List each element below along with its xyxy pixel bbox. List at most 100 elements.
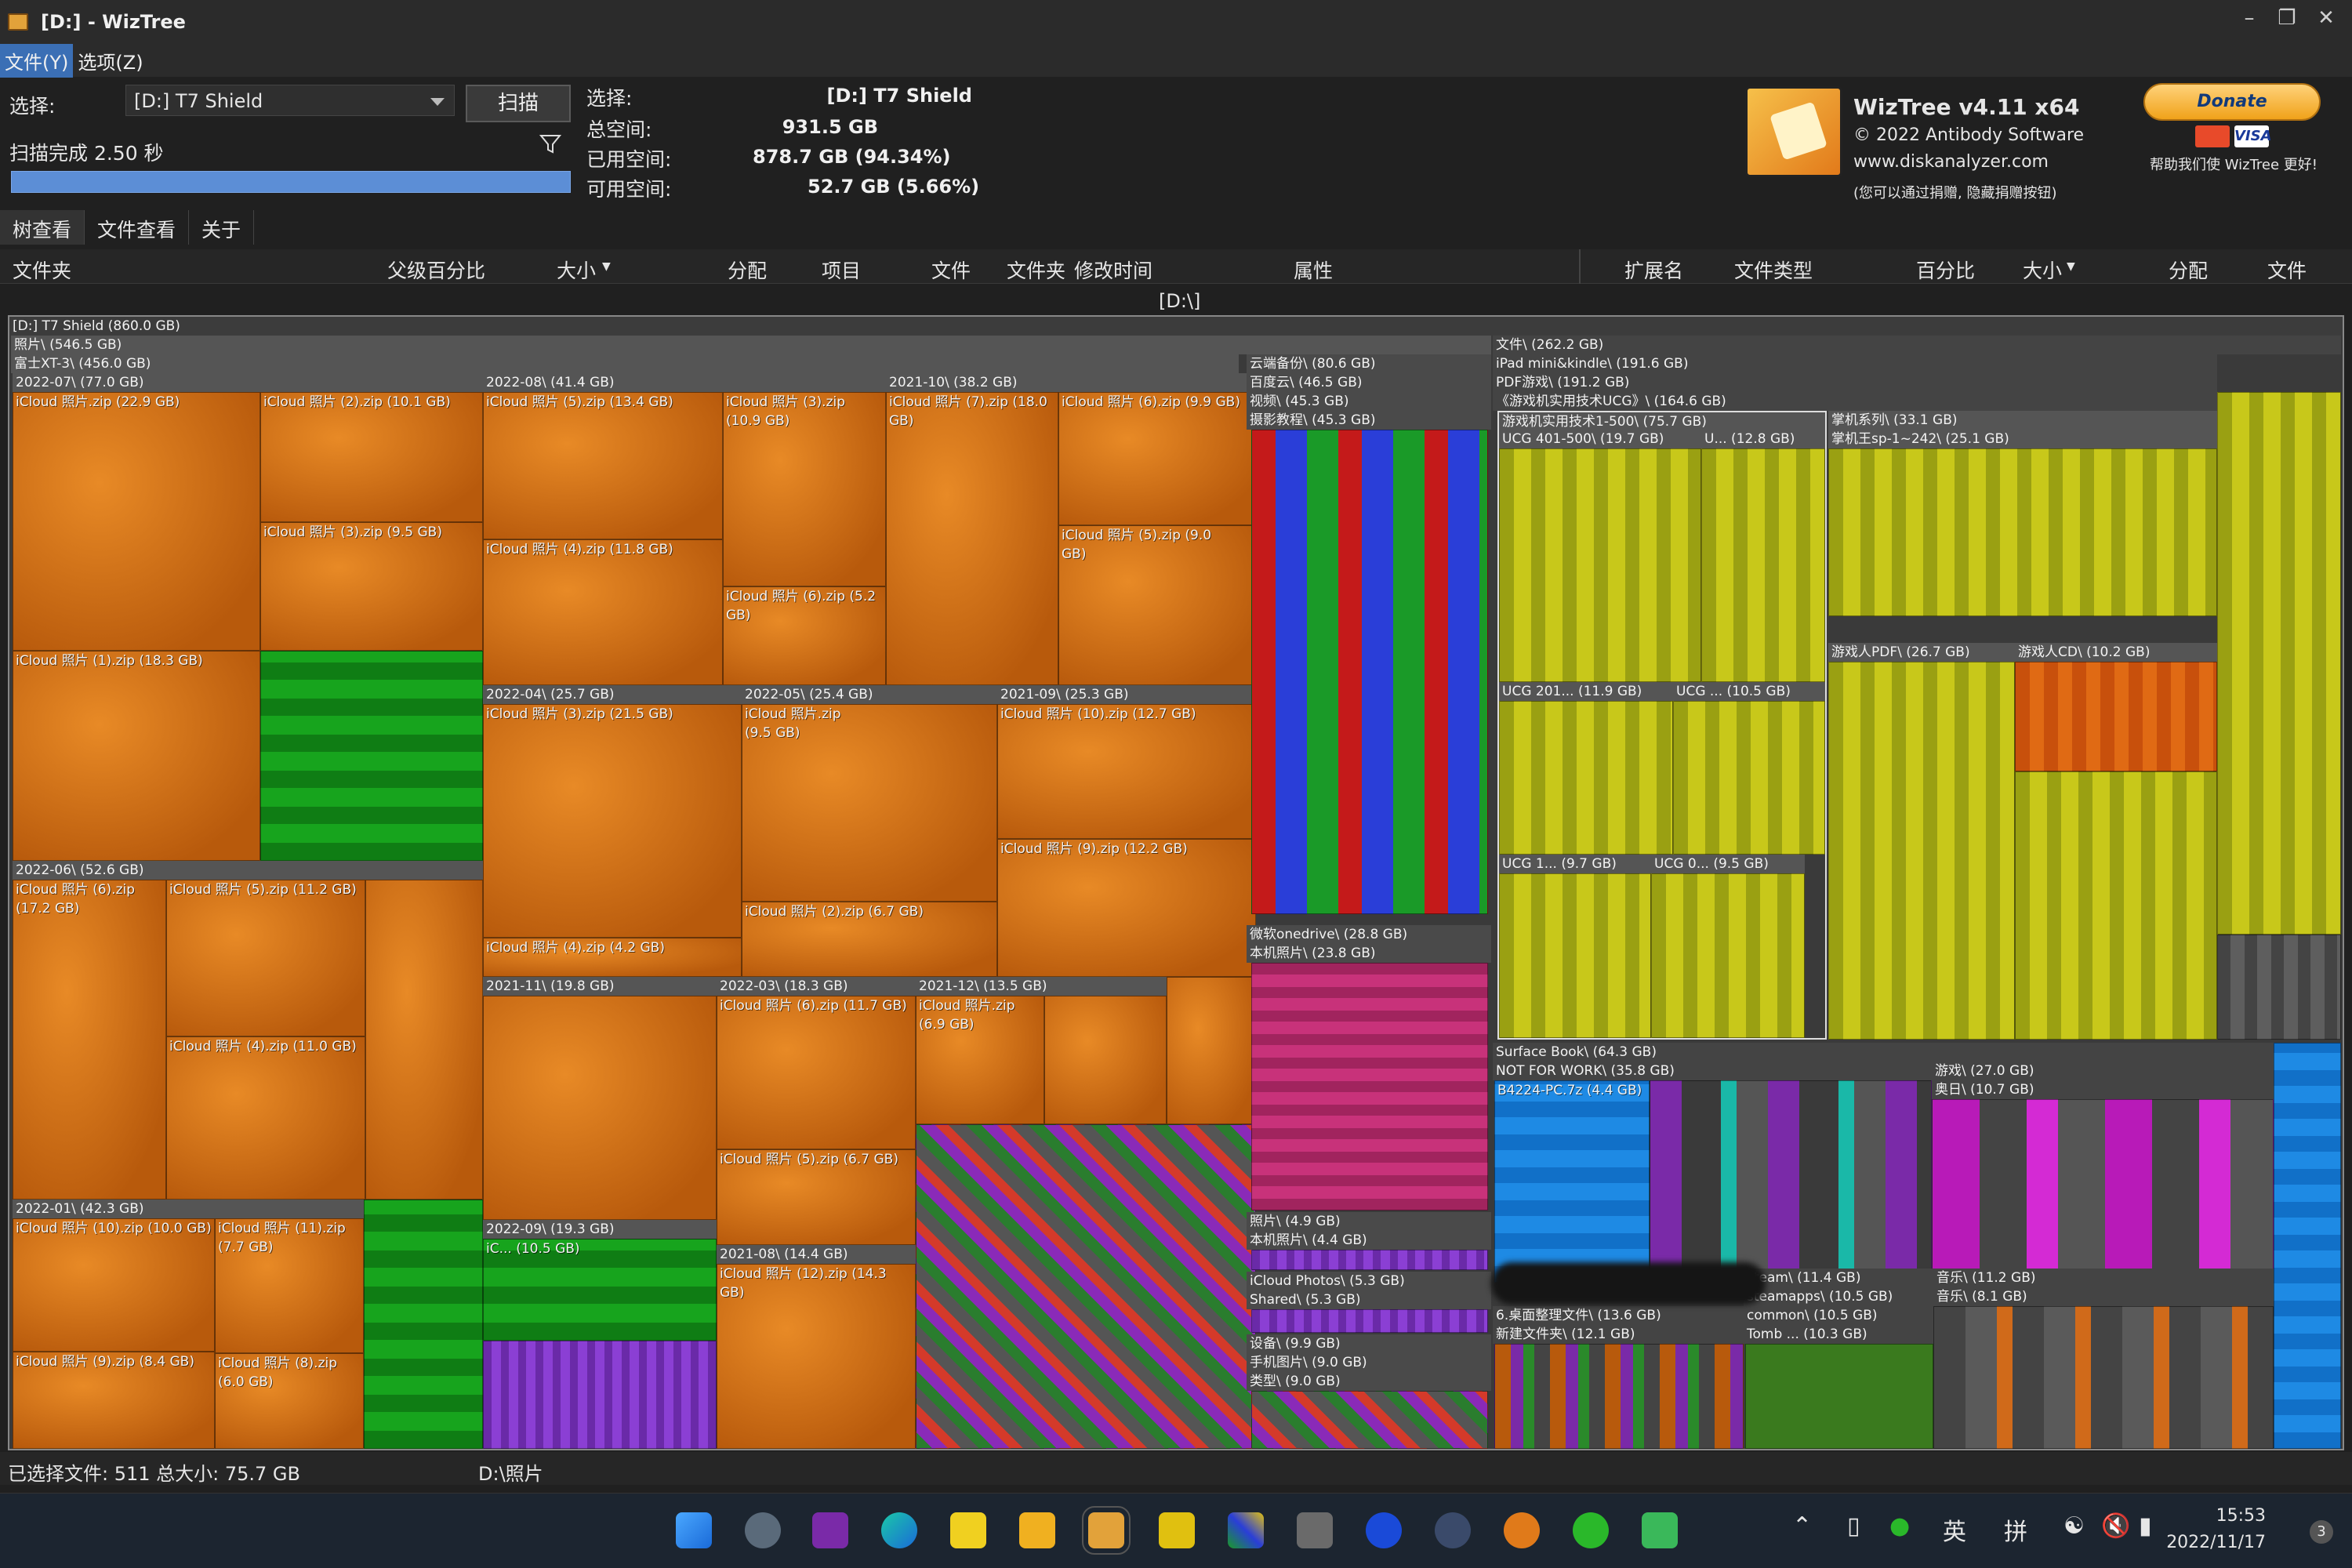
folder-2021-12[interactable]: 2021-12\ (13.5 GB): [916, 977, 1167, 996]
camera-icon[interactable]: [1435, 1512, 1471, 1548]
file-block[interactable]: iCloud 照片 (3).zip (10.9 GB): [723, 392, 886, 586]
col-parent-percent[interactable]: 父级百分比: [387, 256, 485, 284]
file-block[interactable]: iCloud 照片 (6).zip (5.2 GB): [723, 586, 886, 685]
folder-2022-06[interactable]: 2022-06\ (52.6 GB): [13, 861, 483, 880]
folder-ucg-0[interactable]: UCG 0... (9.5 GB): [1651, 855, 1805, 873]
file-block[interactable]: iCloud 照片 (6).zip (17.2 GB): [13, 880, 166, 1200]
col-folder[interactable]: 文件夹: [13, 256, 71, 284]
scan-button[interactable]: 扫描: [466, 85, 571, 122]
wiztree-icon[interactable]: [1082, 1506, 1131, 1555]
folder-steam[interactable]: steam\ (11.4 GB): [1744, 1269, 1933, 1287]
file-block[interactable]: [1251, 1391, 1488, 1449]
donate-button[interactable]: Donate: [2143, 83, 2321, 121]
folder-handheld[interactable]: 掌机系列\ (33.1 GB): [1828, 411, 2217, 430]
1password-icon[interactable]: [1366, 1512, 1402, 1548]
file-block[interactable]: iCloud 照片.zip (9.5 GB): [742, 704, 997, 902]
folder-2022-04[interactable]: 2022-04\ (25.7 GB): [483, 685, 742, 704]
file-block[interactable]: iCloud 照片 (4).zip (4.2 GB): [483, 938, 742, 977]
video-files-cluster[interactable]: [1251, 430, 1488, 914]
file-block[interactable]: iCloud 照片 (10).zip (10.0 GB): [13, 1218, 215, 1352]
folder-gamer-pdf[interactable]: 游戏人PDF\ (26.7 GB): [1828, 643, 2015, 662]
column-splitter[interactable]: [1579, 249, 1581, 284]
file-block[interactable]: iCloud 照片 (2).zip (6.7 GB): [742, 902, 997, 977]
folder-ipad[interactable]: iPad mini&kindle\ (191.6 GB): [1493, 354, 2217, 373]
file-block[interactable]: iCloud 照片 (9).zip (8.4 GB): [13, 1352, 215, 1449]
col-file-type[interactable]: 文件类型: [1734, 256, 1813, 284]
close-icon[interactable]: ✕: [2308, 6, 2344, 30]
folder-pdf-games[interactable]: PDF游戏\ (191.2 GB): [1493, 373, 2217, 392]
folder-cloud-backup[interactable]: 云端备份\ (80.6 GB): [1247, 354, 1491, 373]
folder-gamer-cd[interactable]: 游戏人CD\ (10.2 GB): [2015, 643, 2217, 662]
file-block[interactable]: [1651, 873, 1805, 1038]
tab-file-view[interactable]: 文件查看: [85, 210, 190, 245]
file-block[interactable]: iCloud 照片 (3).zip (9.5 GB): [260, 522, 483, 651]
file-block[interactable]: iCloud 照片 (5).zip (6.7 GB): [717, 1149, 916, 1245]
file-block[interactable]: [483, 1341, 717, 1449]
col-attributes[interactable]: 属性: [1294, 256, 1333, 284]
col-files[interactable]: 文件: [931, 256, 971, 284]
website-link[interactable]: www.diskanalyzer.com: [1853, 152, 2049, 172]
file-block[interactable]: [1828, 448, 2217, 616]
folder-2022-07[interactable]: 2022-07\ (77.0 GB): [13, 373, 483, 392]
file-block[interactable]: [1494, 1344, 1744, 1449]
file-block[interactable]: [2015, 771, 2217, 1040]
folder-music-2[interactable]: 音乐\ (8.1 GB): [1933, 1287, 2274, 1306]
folder-2021-08[interactable]: 2021-08\ (14.4 GB): [717, 1245, 916, 1264]
folder-video[interactable]: 视频\ (45.3 GB): [1247, 392, 1491, 411]
folder-files[interactable]: 文件\ (262.2 GB): [1493, 336, 2341, 354]
file-block[interactable]: iCloud 照片 (7).zip (18.0 GB): [886, 392, 1058, 685]
folder-2022-09[interactable]: 2022-09\ (19.3 GB): [483, 1220, 717, 1239]
folder-2022-05[interactable]: 2022-05\ (25.4 GB): [742, 685, 997, 704]
minimize-icon[interactable]: –: [2231, 6, 2267, 30]
file-block[interactable]: [1650, 1080, 1932, 1283]
download-icon[interactable]: [1642, 1512, 1678, 1548]
file-block[interactable]: iCloud 照片.zip (22.9 GB): [13, 392, 260, 651]
folder-music[interactable]: 音乐\ (11.2 GB): [1933, 1269, 2274, 1287]
file-block[interactable]: [1499, 873, 1651, 1038]
file-block[interactable]: [1499, 448, 1701, 682]
menu-options[interactable]: 选项(Z): [73, 44, 147, 78]
folder-photos-2[interactable]: 照片\ (4.9 GB): [1247, 1212, 1491, 1231]
onenote-icon[interactable]: [812, 1512, 848, 1548]
ime-pinyin[interactable]: 拼: [2004, 1512, 2027, 1547]
col-modified[interactable]: 修改时间: [1074, 256, 1152, 284]
file-block[interactable]: iCloud 照片 (9).zip (12.2 GB): [997, 839, 1256, 977]
file-block[interactable]: iCloud 照片 (6).zip (11.7 GB): [717, 996, 916, 1149]
folder-surface[interactable]: Surface Book\ (64.3 GB): [1493, 1043, 2274, 1062]
folder-ucg-201[interactable]: UCG 201... (11.9 GB): [1499, 682, 1673, 701]
folder-2021-11[interactable]: 2021-11\ (19.8 GB): [483, 977, 717, 996]
treemap[interactable]: [D:] T7 Shield (860.0 GB) 照片\ (546.5 GB)…: [8, 315, 2344, 1450]
file-block[interactable]: [1251, 1250, 1488, 1270]
file-block[interactable]: iC... (10.5 GB): [483, 1239, 717, 1341]
folder-photo-course[interactable]: 摄影教程\ (45.3 GB): [1247, 411, 1491, 430]
file-block[interactable]: [1933, 1306, 2274, 1449]
folder-fuji[interactable]: 富士XT-3\ (456.0 GB): [11, 354, 1239, 373]
folder-ucg-1-500[interactable]: 游戏机实用技术1-500\ (75.7 GB): [1497, 411, 1827, 431]
file-block[interactable]: iCloud 照片 (2).zip (10.1 GB): [260, 392, 483, 522]
drive-select[interactable]: [D:] T7 Shield: [125, 85, 455, 116]
folder-desktop[interactable]: 6.桌面整理文件\ (13.6 GB): [1493, 1306, 1744, 1325]
col-allocated-right[interactable]: 分配: [2169, 256, 2208, 284]
file-block[interactable]: [1828, 662, 2015, 1040]
folder-ucg-dot[interactable]: UCG ... (10.5 GB): [1673, 682, 1825, 701]
tab-about[interactable]: 关于: [189, 210, 255, 245]
battery-icon[interactable]: ▮: [2139, 1512, 2152, 1540]
start-icon[interactable]: [676, 1512, 712, 1548]
volume-icon[interactable]: 🔇: [2101, 1512, 2130, 1540]
clock[interactable]: 15:53 2022/11/17: [2166, 1503, 2266, 1556]
ime-english[interactable]: 英: [1943, 1512, 1966, 1547]
file-block[interactable]: [2274, 1043, 2341, 1449]
file-block[interactable]: iCloud 照片 (5).zip (11.2 GB): [166, 880, 365, 1036]
file-block[interactable]: iCloud 照片 (12).zip (14.3 GB): [717, 1264, 916, 1449]
file-block[interactable]: iCloud 照片 (6).zip (9.9 GB): [1058, 392, 1256, 525]
file-block[interactable]: [1044, 996, 1167, 1124]
folder-category[interactable]: 类型\ (9.0 GB): [1247, 1372, 1491, 1391]
file-block[interactable]: iCloud 照片 (8).zip (6.0 GB): [215, 1353, 364, 1449]
filter-icon[interactable]: [539, 133, 561, 155]
folder-ucg-1[interactable]: UCG 1... (9.7 GB): [1499, 855, 1651, 873]
folder-ucg-u[interactable]: U... (12.8 GB): [1701, 430, 1825, 448]
sticky-notes-icon[interactable]: [950, 1512, 986, 1548]
folder-2021-09[interactable]: 2021-09\ (25.3 GB): [997, 685, 1256, 704]
file-block[interactable]: [1251, 1309, 1488, 1333]
chevron-up-icon[interactable]: ⌃: [1792, 1512, 1812, 1540]
